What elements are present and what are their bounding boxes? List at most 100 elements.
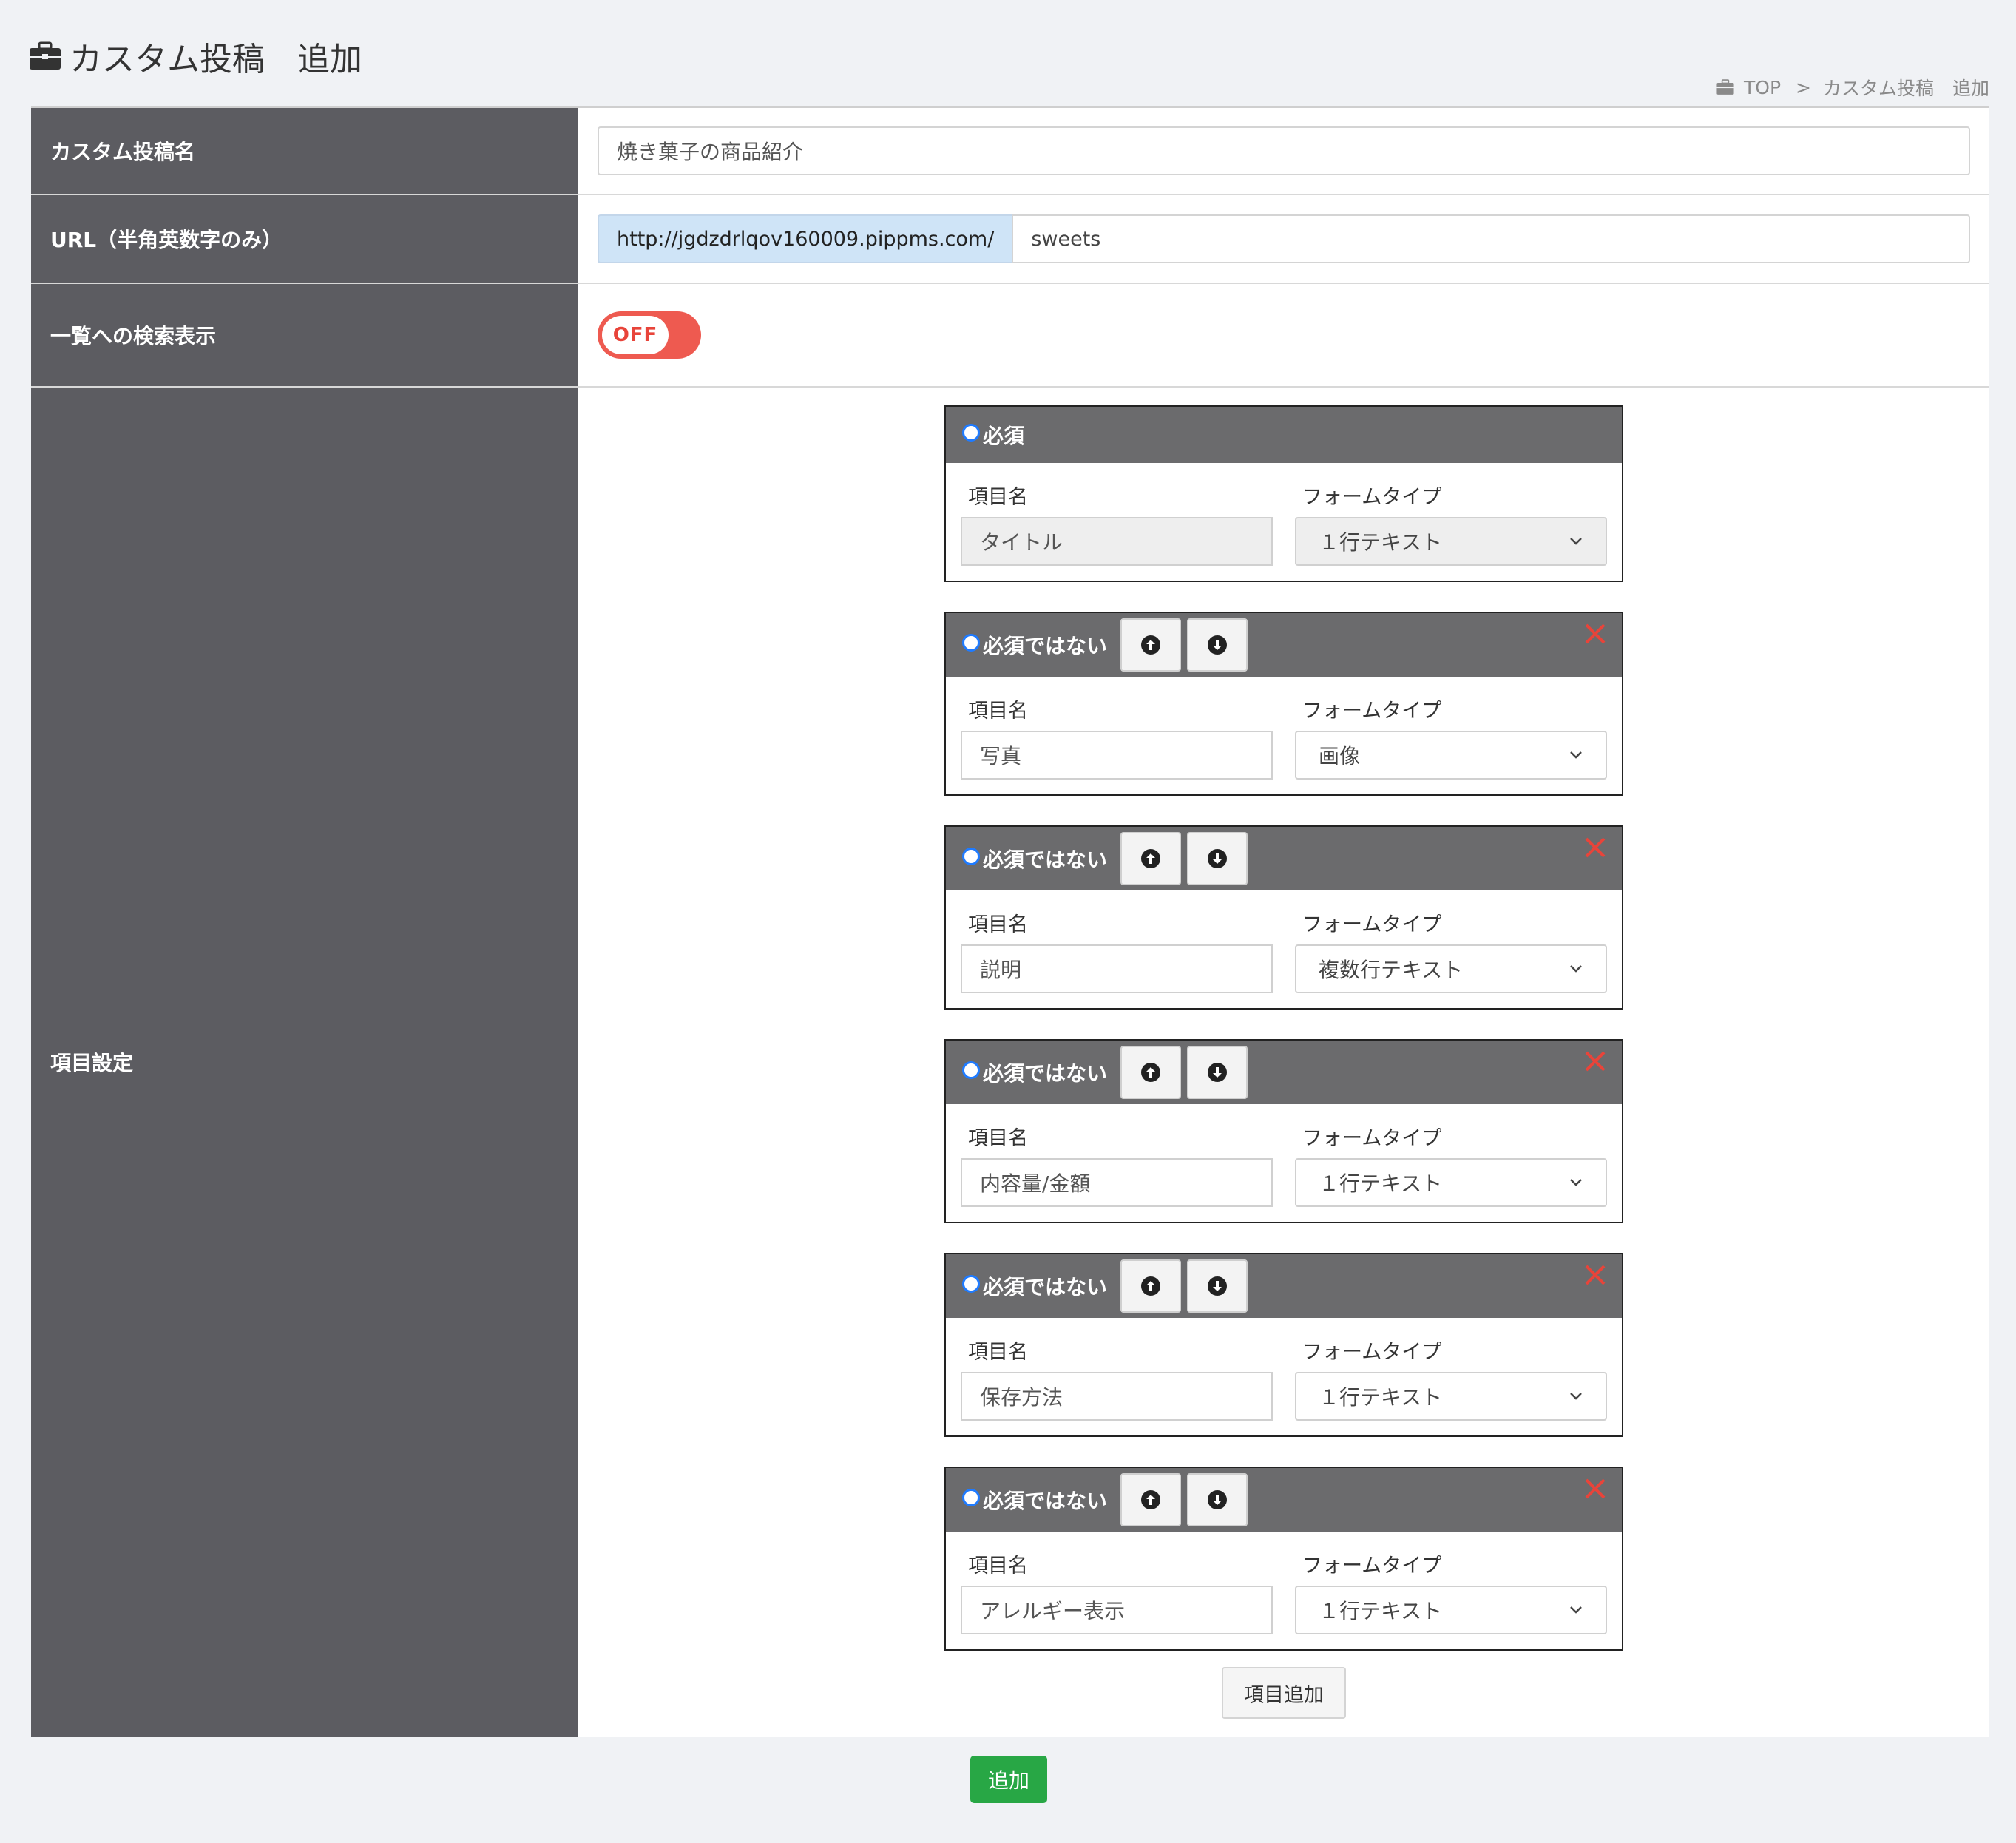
item-name-input[interactable]: 説明 (961, 944, 1273, 993)
form-type-select[interactable]: １行テキスト (1295, 1372, 1607, 1421)
required-label: 必須ではない (983, 1489, 1108, 1513)
url-slug-input[interactable]: sweets (1012, 214, 1970, 263)
move-down-button[interactable] (1187, 1473, 1248, 1526)
item-name-input[interactable]: 写真 (961, 731, 1273, 780)
radio-icon[interactable] (962, 1489, 980, 1506)
item-name-field: 項目名 保存方法 (961, 1336, 1273, 1421)
item-name-input[interactable]: 内容量/金額 (961, 1158, 1273, 1207)
required-label: 必須ではない (983, 1275, 1108, 1299)
radio-icon[interactable] (962, 1061, 980, 1079)
post-name-input[interactable]: 焼き菓子の商品紹介 (598, 126, 1970, 175)
add-item-button[interactable]: 項目追加 (1222, 1667, 1346, 1719)
item-box: 必須ではない 項目名 内容量/金額 フォームタイプ １行テキスト (944, 1039, 1623, 1223)
close-icon[interactable] (1583, 1049, 1607, 1073)
item-body: 項目名 写真 フォームタイプ 画像 (946, 677, 1622, 794)
required-label: 必須 (983, 424, 1025, 448)
arrow-down-circle-icon (1208, 635, 1228, 655)
form-type-field: フォームタイプ １行テキスト (1295, 1549, 1607, 1634)
arrow-up-circle-icon (1141, 1063, 1161, 1082)
radio-icon[interactable] (962, 848, 980, 865)
close-icon[interactable] (1583, 1477, 1607, 1501)
breadcrumb-separator: > (1796, 76, 1811, 98)
arrow-up-circle-icon (1141, 1276, 1161, 1296)
item-body: 項目名 説明 フォームタイプ 複数行テキスト (946, 890, 1622, 1008)
required-label: 必須ではない (983, 848, 1108, 872)
item-header: 必須ではない (946, 1041, 1622, 1104)
item-name-input[interactable]: アレルギー表示 (961, 1586, 1273, 1634)
item-body: 項目名 内容量/金額 フォームタイプ １行テキスト (946, 1104, 1622, 1222)
form-type-value: 画像 (1319, 744, 1361, 768)
form-type-value: １行テキスト (1319, 1599, 1443, 1623)
items-cell: 必須 項目名 タイトル フォームタイプ １行テキスト 必須ではない 項目名 写真… (578, 388, 1989, 1737)
form-type-label: フォームタイプ (1302, 1555, 1442, 1577)
item-box: 必須ではない 項目名 アレルギー表示 フォームタイプ １行テキスト (944, 1467, 1623, 1651)
page-header: カスタム投稿 追加 (28, 33, 362, 80)
radio-icon[interactable] (962, 1275, 980, 1293)
search-cell: OFF (578, 284, 1989, 386)
form-type-value: １行テキスト (1319, 1171, 1443, 1196)
form-type-value: １行テキスト (1319, 1385, 1443, 1410)
item-name-field: 項目名 写真 (961, 694, 1273, 780)
move-down-button[interactable] (1187, 832, 1248, 885)
item-name-label: 項目名 (968, 1127, 1028, 1150)
form-type-select[interactable]: 画像 (1295, 731, 1607, 780)
arrow-down-circle-icon (1208, 1490, 1228, 1509)
close-icon[interactable] (1583, 622, 1607, 646)
move-up-button[interactable] (1120, 1046, 1182, 1099)
url-label: URL（半角英数字のみ） (31, 195, 578, 283)
chevron-down-icon (1570, 1393, 1582, 1400)
form-type-select[interactable]: １行テキスト (1295, 1158, 1607, 1207)
required-label: 必須ではない (983, 634, 1108, 658)
submit-button[interactable]: 追加 (970, 1756, 1047, 1803)
toggle-state: OFF (602, 316, 669, 354)
item-body: 項目名 タイトル フォームタイプ １行テキスト (946, 463, 1622, 581)
arrow-down-circle-icon (1208, 849, 1228, 868)
form-type-select[interactable]: １行テキスト (1295, 1586, 1607, 1634)
item-name-input[interactable]: 保存方法 (961, 1372, 1273, 1421)
move-up-button[interactable] (1120, 832, 1182, 885)
form-type-select: １行テキスト (1295, 517, 1607, 566)
item-header: 必須ではない (946, 827, 1622, 890)
move-down-button[interactable] (1187, 618, 1248, 672)
custom-post-form: カスタム投稿名 焼き菓子の商品紹介 URL（半角英数字のみ） http://jg… (31, 106, 1989, 1737)
name-row: カスタム投稿名 焼き菓子の商品紹介 (31, 108, 1989, 195)
move-up-button[interactable] (1120, 618, 1182, 672)
form-type-label: フォームタイプ (1302, 1127, 1442, 1150)
arrow-down-circle-icon (1208, 1063, 1228, 1082)
item-name-field: 項目名 アレルギー表示 (961, 1549, 1273, 1634)
item-header: 必須ではない (946, 613, 1622, 677)
form-type-label: フォームタイプ (1302, 486, 1442, 509)
breadcrumb-current: カスタム投稿 追加 (1822, 78, 1989, 99)
briefcase-icon (1716, 79, 1734, 95)
item-header: 必須ではない (946, 1468, 1622, 1532)
chevron-down-icon (1570, 965, 1582, 973)
close-icon[interactable] (1583, 836, 1607, 859)
move-down-button[interactable] (1187, 1046, 1248, 1099)
breadcrumb-home-link[interactable]: TOP (1744, 77, 1781, 98)
item-name-label: 項目名 (968, 486, 1028, 509)
items-row: 項目設定 必須 項目名 タイトル フォームタイプ １行テキスト 必須ではない 項… (31, 388, 1989, 1737)
move-up-button[interactable] (1120, 1259, 1182, 1313)
arrow-up-circle-icon (1141, 635, 1161, 655)
page-title: カスタム投稿 追加 (70, 41, 362, 78)
form-type-select[interactable]: 複数行テキスト (1295, 944, 1607, 993)
move-up-button[interactable] (1120, 1473, 1182, 1526)
item-name-label: 項目名 (968, 1555, 1028, 1577)
move-down-button[interactable] (1187, 1259, 1248, 1313)
chevron-down-icon (1570, 538, 1582, 545)
chevron-down-icon (1570, 751, 1582, 759)
radio-icon[interactable] (962, 634, 980, 652)
item-name-field: 項目名 内容量/金額 (961, 1122, 1273, 1207)
form-type-value: 複数行テキスト (1319, 958, 1464, 982)
search-display-toggle[interactable]: OFF (598, 311, 701, 359)
form-type-label: フォームタイプ (1302, 913, 1442, 936)
chevron-down-icon (1570, 1179, 1582, 1186)
breadcrumb: TOP > カスタム投稿 追加 (1716, 74, 1989, 101)
url-row: URL（半角英数字のみ） http://jgdzdrlqov160009.pip… (31, 195, 1989, 284)
item-box: 必須ではない 項目名 説明 フォームタイプ 複数行テキスト (944, 825, 1623, 1010)
item-body: 項目名 保存方法 フォームタイプ １行テキスト (946, 1318, 1622, 1435)
required-label: 必須ではない (983, 1061, 1108, 1086)
close-icon[interactable] (1583, 1263, 1607, 1287)
briefcase-icon (30, 41, 61, 70)
form-type-field: フォームタイプ １行テキスト (1295, 1336, 1607, 1421)
